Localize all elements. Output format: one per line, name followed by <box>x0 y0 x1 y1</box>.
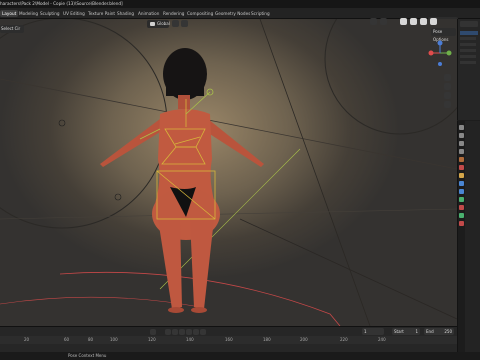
outliner-row[interactable] <box>460 49 476 52</box>
frame-label: 60 <box>64 337 70 342</box>
tab-compositing[interactable]: Compositing <box>185 10 215 17</box>
frame-label: 220 <box>340 337 348 342</box>
play-reverse-icon[interactable] <box>179 329 185 335</box>
guide-line <box>0 208 457 220</box>
zoom-icon[interactable] <box>444 74 451 81</box>
jump-start-icon[interactable] <box>165 329 171 335</box>
gizmo-toggle-icon[interactable] <box>380 18 387 25</box>
outliner-row[interactable] <box>460 55 476 58</box>
tab-geometry-nodes[interactable]: Geometry Nodes <box>213 10 252 17</box>
constraints-tab-icon[interactable] <box>459 205 464 210</box>
tab-uv-editing[interactable]: UV Editing <box>61 10 87 17</box>
frame-label: 80 <box>88 337 94 342</box>
xray-icon[interactable] <box>400 18 407 25</box>
scene-tab-icon[interactable] <box>459 157 464 162</box>
world-tab-icon[interactable] <box>459 165 464 170</box>
outliner-filter-field[interactable] <box>460 21 478 27</box>
frame-label: 120 <box>148 337 156 342</box>
character-model <box>100 48 264 313</box>
object-tab-icon[interactable] <box>459 173 464 178</box>
tab-texture-paint[interactable]: Texture Paint <box>86 10 117 17</box>
transform-orientation-label: Global <box>157 21 170 26</box>
window-title: haracters\Pack 2\Model - Copie (13)\Sour… <box>0 1 123 6</box>
select-tool-dropdown[interactable]: Select Cir <box>0 25 24 33</box>
axis-z-neg-icon <box>438 62 442 66</box>
modifier-tab-icon[interactable] <box>459 181 464 186</box>
orientation-icon <box>150 22 155 26</box>
data-tab-icon[interactable] <box>459 213 464 218</box>
pan-icon[interactable] <box>444 83 451 90</box>
tab-sculpting[interactable]: Sculpting <box>38 10 62 17</box>
tab-modeling[interactable]: Modeling <box>17 10 40 17</box>
3d-viewport[interactable] <box>0 19 457 326</box>
light-icon <box>58 119 66 127</box>
properties-panel[interactable] <box>457 121 480 360</box>
light-radius-circle <box>0 19 168 229</box>
jump-end-icon[interactable] <box>200 329 206 335</box>
axis-z-icon <box>437 40 443 46</box>
frame-label: 20 <box>24 337 30 342</box>
prev-keyframe-icon[interactable] <box>172 329 178 335</box>
outliner-row-selected[interactable] <box>460 31 478 35</box>
end-frame-field[interactable]: End 250 <box>424 328 454 335</box>
material-tab-icon[interactable] <box>459 221 464 226</box>
camera-view-icon[interactable] <box>444 92 451 99</box>
frame-label: 160 <box>225 337 233 342</box>
record-icon[interactable] <box>150 329 156 335</box>
perspective-toggle-icon[interactable] <box>444 101 451 108</box>
outliner-panel[interactable] <box>457 19 480 120</box>
shading-rendered-icon[interactable] <box>430 18 437 25</box>
shading-solid-icon[interactable] <box>410 18 417 25</box>
tab-rendering[interactable]: Rendering <box>161 10 186 17</box>
next-keyframe-icon[interactable] <box>193 329 199 335</box>
tab-layout[interactable]: Layout <box>0 10 19 17</box>
viewport-scene <box>0 19 457 326</box>
tab-shading[interactable]: Shading <box>115 10 136 17</box>
physics-tab-icon[interactable] <box>459 197 464 202</box>
frame-label: 200 <box>300 337 308 342</box>
outliner-row[interactable] <box>460 61 476 64</box>
play-icon[interactable] <box>186 329 192 335</box>
frame-label: 240 <box>378 337 386 342</box>
tab-scripting[interactable]: Scripting <box>249 10 272 17</box>
guide-line <box>239 218 457 320</box>
frame-label: 140 <box>186 337 194 342</box>
start-label: Start <box>394 329 404 334</box>
floor-curve-2 <box>0 296 201 308</box>
render-tab-icon[interactable] <box>459 133 464 138</box>
end-label: End <box>426 329 434 334</box>
start-value: 1 <box>415 329 418 334</box>
shading-material-icon[interactable] <box>420 18 427 25</box>
current-frame-field[interactable]: 1 <box>362 328 384 335</box>
start-frame-field[interactable]: Start 1 <box>392 328 420 335</box>
guide-line <box>0 78 457 170</box>
frame-label: 100 <box>110 337 118 342</box>
frame-label: 180 <box>263 337 271 342</box>
axis-x-icon <box>428 50 434 56</box>
axis-y-icon <box>446 50 452 56</box>
pose-options-dropdown[interactable]: Pose Options <box>431 28 456 42</box>
light-icon-2 <box>114 193 122 201</box>
proportional-edit-icon[interactable] <box>181 20 188 27</box>
workspace-tab-bar: Layout Modeling Sculpting UV Editing Tex… <box>0 8 480 25</box>
end-value: 250 <box>444 329 452 334</box>
visibility-icon[interactable] <box>370 18 377 25</box>
tool-tab-icon[interactable] <box>459 125 464 130</box>
navigation-gizmo[interactable] <box>425 38 455 68</box>
title-bar: haracters\Pack 2\Model - Copie (13)\Sour… <box>0 0 480 8</box>
properties-tab-column <box>458 121 465 360</box>
view-layer-tab-icon[interactable] <box>459 149 464 154</box>
transform-orientation-dropdown[interactable]: Global <box>147 20 170 28</box>
tab-animation[interactable]: Animation <box>136 10 161 17</box>
output-tab-icon[interactable] <box>459 141 464 146</box>
snap-icon[interactable] <box>172 20 179 27</box>
outliner-row[interactable] <box>460 37 476 40</box>
particles-tab-icon[interactable] <box>459 189 464 194</box>
outliner-row[interactable] <box>460 43 476 46</box>
pose-context-menu-hint: Pose Context Menu <box>68 353 107 358</box>
